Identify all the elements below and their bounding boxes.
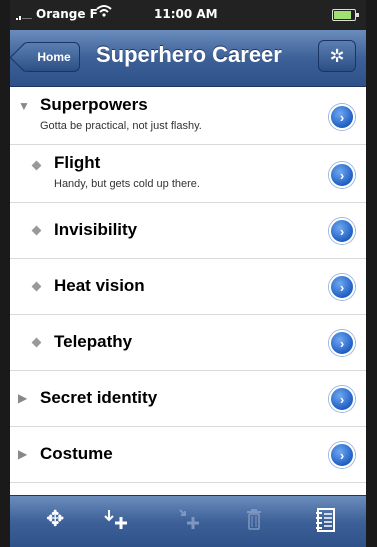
list-item-title: Flight — [54, 153, 101, 172]
list-item-subtitle: Handy, but gets cold up there. — [54, 178, 200, 190]
list-item-subtitle: Gotta be practical, not just flashy. — [40, 120, 202, 132]
disclosure-icon[interactable]: › — [329, 162, 355, 188]
list-item-title: Telepathy — [54, 332, 133, 351]
list-item-title: Superpowers — [40, 95, 148, 114]
diamond-bullet-icon — [31, 337, 42, 348]
list-item-flight[interactable]: Flight Handy, but gets cold up there. › — [10, 145, 366, 203]
diamond-bullet-icon — [31, 160, 42, 171]
list-item-secret-identity[interactable]: ▶ Secret identity › — [10, 371, 366, 427]
phone-screen: Orange F 11:00 AM Home Superhero Career … — [10, 0, 366, 547]
navigation-bar: Home Superhero Career ✲ — [10, 30, 366, 87]
list-item-telepathy[interactable]: Telepathy › — [10, 315, 366, 371]
notes-icon[interactable] — [316, 508, 336, 536]
outline-list: ▼ Superpowers Gotta be practical, not ju… — [10, 87, 366, 483]
wifi-icon — [96, 4, 112, 22]
add-sibling-icon — [176, 508, 202, 536]
add-child-icon[interactable] — [104, 508, 130, 536]
battery-icon — [332, 9, 359, 21]
status-bar: Orange F 11:00 AM — [10, 0, 366, 30]
home-back-button[interactable]: Home — [22, 42, 80, 72]
list-item-heat-vision[interactable]: Heat vision › — [10, 259, 366, 315]
page-title: Superhero Career — [96, 42, 282, 67]
home-back-label: Home — [37, 50, 71, 64]
gear-icon: ✲ — [329, 45, 345, 66]
disclosure-icon[interactable]: › — [329, 442, 355, 468]
move-icon[interactable]: ✥ — [46, 508, 64, 530]
disclosure-icon[interactable]: › — [329, 386, 355, 412]
settings-button[interactable]: ✲ — [318, 40, 356, 72]
bottom-toolbar: ✥ — [10, 495, 366, 547]
disclosure-icon[interactable]: › — [329, 218, 355, 244]
expanded-triangle-icon[interactable]: ▼ — [18, 99, 30, 113]
list-item-title: Costume — [40, 444, 113, 463]
collapsed-triangle-icon[interactable]: ▶ — [18, 447, 27, 461]
list-item-costume[interactable]: ▶ Costume › — [10, 427, 366, 483]
disclosure-icon[interactable]: › — [329, 330, 355, 356]
diamond-bullet-icon — [31, 281, 42, 292]
carrier-name: Orange F — [36, 7, 98, 21]
disclosure-icon[interactable]: › — [329, 104, 355, 130]
list-item-invisibility[interactable]: Invisibility › — [10, 203, 366, 259]
list-item-title: Invisibility — [54, 220, 138, 239]
disclosure-icon[interactable]: › — [329, 274, 355, 300]
status-time: 11:00 AM — [154, 7, 218, 21]
list-item-title: Secret identity — [40, 388, 158, 407]
list-item-superpowers[interactable]: ▼ Superpowers Gotta be practical, not ju… — [10, 87, 366, 145]
signal-icon — [16, 16, 32, 20]
trash-icon — [246, 508, 262, 534]
list-item-title: Heat vision — [54, 276, 145, 295]
diamond-bullet-icon — [31, 225, 42, 236]
collapsed-triangle-icon[interactable]: ▶ — [18, 391, 27, 405]
